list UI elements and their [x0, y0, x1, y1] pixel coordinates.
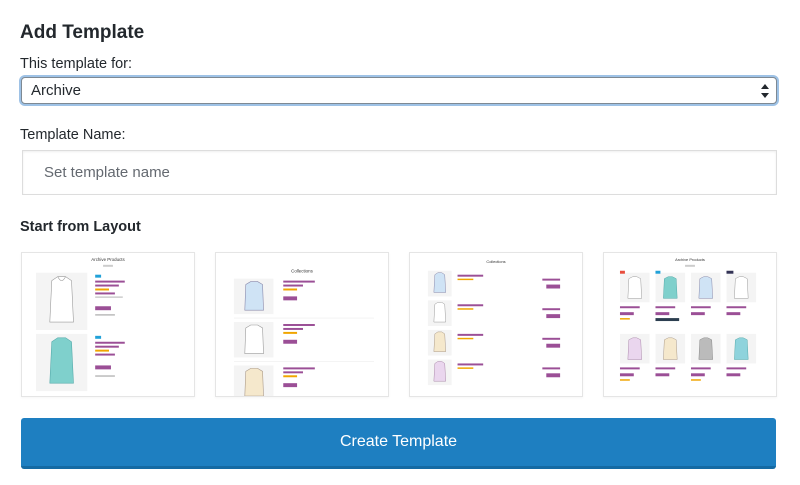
template-type-select[interactable]: Archive	[21, 77, 777, 104]
layout-1-heading: Archive Products	[91, 257, 125, 262]
layout-card-4[interactable]: Archive Products	[603, 252, 777, 397]
layout-4-preview: Archive Products	[619, 257, 757, 381]
layout-3-preview: Collections	[427, 259, 561, 386]
template-name-input[interactable]: Set template name	[22, 150, 777, 195]
layout-section-label: Start from Layout	[20, 219, 141, 235]
template-type-value: Archive	[31, 82, 82, 99]
layout-2-heading: Collections	[291, 269, 313, 274]
layout-2-preview: Collections	[233, 269, 374, 396]
select-arrows-icon	[761, 84, 769, 98]
layout-4-heading: Archive Products	[675, 257, 705, 262]
create-template-button[interactable]: Create Template	[21, 418, 776, 469]
template-type-label: This template for:	[20, 56, 133, 72]
layout-card-1[interactable]: Archive Products	[21, 252, 195, 397]
page-title: Add Template	[20, 22, 145, 43]
layout-3-heading: Collections	[486, 259, 505, 264]
template-name-placeholder: Set template name	[44, 164, 170, 181]
layout-1-preview: Archive Products	[36, 257, 125, 392]
layout-card-2[interactable]: Collections	[215, 252, 389, 397]
template-name-label: Template Name:	[20, 127, 126, 143]
layout-card-3[interactable]: Collections	[409, 252, 583, 397]
